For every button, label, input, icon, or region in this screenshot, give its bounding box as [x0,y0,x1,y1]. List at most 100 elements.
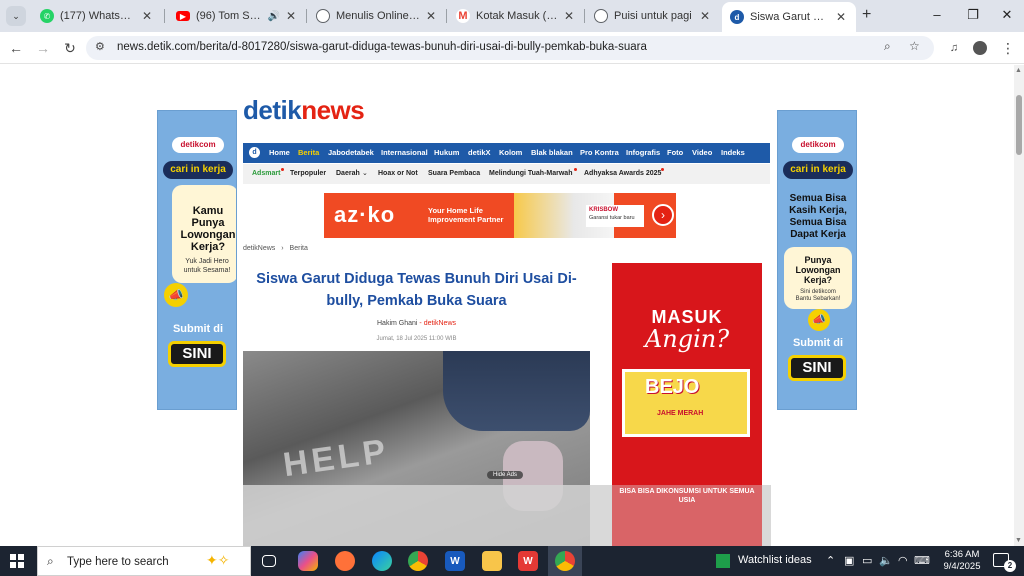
restore-icon[interactable]: ❐ [958,4,988,26]
file-explorer-icon[interactable] [482,551,502,571]
nav-detikx[interactable]: detikX [468,148,491,157]
page-scrollbar[interactable]: ▲ ▼ [1014,65,1024,546]
nav-blak-blakan[interactable]: Blak blakan [531,148,573,157]
keyboard-icon[interactable]: ⌨ [914,554,930,567]
scroll-thumb[interactable] [1016,95,1022,155]
left-side-ad[interactable]: detikcom cari in kerja Kamu Punya Lowong… [157,110,237,410]
card-subtext: Yuk Jadi Hero [185,258,229,265]
clock-date[interactable]: 9/4/2025 [938,561,986,573]
breadcrumb-detiknews[interactable]: detikNews [243,245,275,252]
chrome-active-icon[interactable] [555,551,575,571]
tab-search-button[interactable]: ⌄ [6,6,26,26]
nav-pro-kontra[interactable]: Pro Kontra [580,148,619,157]
copilot-icon[interactable] [298,551,318,571]
bottom-sticky-ad-overlay[interactable]: BISA BISA DIKONSUMSI UNTUK SEMUA USIA [243,485,771,546]
word-icon[interactable]: W [445,551,465,571]
volume-icon[interactable]: 🔈 [879,554,893,567]
back-icon[interactable]: ← [6,38,26,58]
tab-gmail[interactable]: M Kotak Masuk (830) - p ✕ [448,4,584,28]
tab-menulis-online[interactable]: Menulis Online, Menu ✕ [308,4,446,28]
right-side-ad[interactable]: detikcom cari in kerja Semua Bisa Kasih … [777,110,857,410]
bejo-side-ad[interactable]: MASUK Angin? BEJO JAHE MERAH [612,263,762,485]
author-name[interactable]: Hakim Ghani [377,320,417,327]
profile-avatar[interactable] [970,38,990,58]
nav-home[interactable]: Home [269,148,290,157]
browser-toolbar: ← → ↻ ⚙ news.detik.com/berita/d-8017280/… [0,32,1024,64]
card-subtext: Sini detikcom [800,289,836,295]
watchlist-label[interactable]: Watchlist ideas [738,554,812,566]
reload-icon[interactable]: ↻ [60,38,80,58]
source-name[interactable]: detikNews [424,320,456,327]
wps-icon[interactable]: W [518,551,538,571]
detiknews-logo[interactable]: detiknews [243,95,365,126]
zoom-icon[interactable]: ⌕ [884,39,891,54]
clock-time[interactable]: 6:36 AM [938,549,986,561]
card-line: Kerja? [803,275,832,285]
close-icon[interactable]: ✕ [562,9,576,23]
address-bar[interactable]: ⚙ news.detik.com/berita/d-8017280/siswa-… [86,36,934,60]
wifi-icon[interactable]: ◠ [898,554,908,567]
windows-start-icon[interactable] [10,554,24,568]
nav-internasional[interactable]: Internasional [381,148,428,157]
nav-foto[interactable]: Foto [667,148,683,157]
edge-icon[interactable] [372,551,392,571]
breadcrumb-berita[interactable]: Berita [290,245,308,252]
forward-icon[interactable]: → [33,38,53,58]
subnav-hoax-or-not[interactable]: Hoax or Not [378,170,418,177]
banner-tagline: Your Home Life [428,206,483,215]
meet-icon[interactable]: ▣ [844,554,854,567]
tab-youtube[interactable]: ▶ (96) Tom Sandoval 🔊 ✕ [168,4,306,28]
detik-icon[interactable]: d [249,147,260,158]
hide-ads-button[interactable]: Hide Ads [487,471,524,479]
nav-kolom[interactable]: Kolom [499,148,522,157]
nav-infografis[interactable]: Infografis [626,148,660,157]
sini-button[interactable]: SINI [168,341,226,367]
tab-label: Puisi untuk pagi [614,10,692,22]
subnav-suara-pembaca[interactable]: Suara Pembaca [428,170,480,177]
taskbar-search-box[interactable]: ⌕ Type here to search ✦✧ [37,546,251,576]
nav-berita[interactable]: Berita [298,148,319,157]
ad-headline-script: Angin? [644,325,730,353]
sini-button[interactable]: SINI [788,355,846,381]
battery-icon[interactable]: ▭ [862,554,872,567]
bejo-product-pack: BEJO JAHE MERAH [622,369,750,437]
banner-arrow-icon[interactable]: › [652,204,674,226]
close-icon[interactable]: ✕ [284,9,298,23]
subnav-daerah[interactable]: Daerah [336,170,360,177]
minimize-icon[interactable]: – [922,4,952,26]
chrome-icon[interactable] [408,551,428,571]
chevron-up-icon[interactable]: ⌃ [826,554,835,567]
cari-in-kerja-label: cari in kerja [163,161,233,179]
stock-chart-icon[interactable] [716,554,730,568]
card-line: Punya [191,217,225,229]
nav-video[interactable]: Video [692,148,712,157]
new-tab-button[interactable]: + [862,6,871,24]
subnav-adhyaksa[interactable]: Adhyaksa Awards 2025 [584,170,661,177]
subnav-terpopuler[interactable]: Terpopuler [290,170,326,177]
tab-whatsapp[interactable]: ✆ (177) WhatsApp ✕ [32,4,162,28]
sub-navigation: Adsmart Terpopuler Daerah ⌄ Hoax or Not … [243,164,770,184]
nav-hukum[interactable]: Hukum [434,148,459,157]
scroll-down-icon[interactable]: ▼ [1015,537,1022,544]
scroll-up-icon[interactable]: ▲ [1015,67,1022,74]
tab-puisi[interactable]: Puisi untuk pagi ✕ [586,4,720,28]
subnav-melindungi[interactable]: Melindungi Tuah-Marwah [489,170,572,177]
bookmark-star-icon[interactable]: ☆ [909,39,920,53]
firefox-icon[interactable] [335,551,355,571]
nav-jabodetabek[interactable]: Jabodetabek [328,148,374,157]
close-icon[interactable]: ✕ [140,9,154,23]
audio-playing-icon[interactable]: 🔊 [268,11,280,22]
task-view-icon[interactable] [262,555,276,567]
media-control-icon[interactable]: ♫ [944,38,964,58]
close-icon[interactable]: ✕ [424,9,438,23]
close-icon[interactable]: ✕ [834,10,848,24]
close-window-icon[interactable]: ✕ [992,4,1022,26]
menu-icon[interactable]: ⋮ [998,38,1018,58]
azko-banner-ad[interactable]: az·ko Your Home Life Improvement Partner… [324,193,676,238]
subnav-adsmart[interactable]: Adsmart [252,170,280,177]
card-line: Lowongan [180,229,236,241]
tab-detik-active[interactable]: d Siswa Garut Diduga T ✕ [722,2,856,32]
close-icon[interactable]: ✕ [698,9,712,23]
site-info-icon[interactable]: ⚙ [95,40,105,53]
nav-indeks[interactable]: Indeks [721,148,745,157]
